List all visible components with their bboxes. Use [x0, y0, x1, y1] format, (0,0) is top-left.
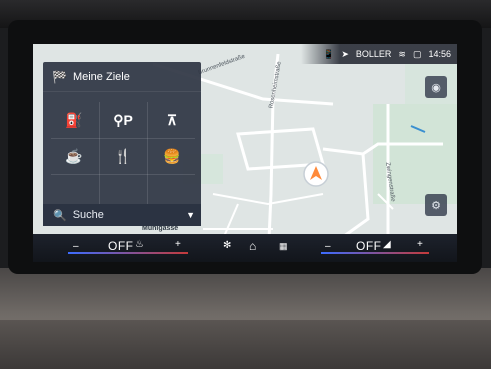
left-temp-bar [68, 252, 188, 254]
status-bar: 📱 ➤ BOLLER ≋ ▢ 14:56 [301, 44, 457, 64]
fuel-pump-icon: ⛽ [65, 111, 83, 128]
fuel-station-button[interactable]: ⛽ [51, 103, 97, 137]
destinations-title: Meine Ziele [72, 70, 130, 83]
navigation-arrow-icon: ➤ [341, 48, 349, 59]
map-view-button[interactable]: ◉ [425, 76, 447, 98]
right-temp-increase[interactable]: + [417, 240, 423, 250]
cafe-button[interactable]: ☕ [51, 139, 97, 173]
fork-knife-icon: 🍴 [114, 147, 132, 164]
compass-icon: ◉ [431, 81, 441, 94]
home-icon[interactable]: ⌂ [249, 240, 256, 252]
right-temp-value[interactable]: OFF [356, 240, 382, 252]
right-temp-decrease[interactable]: – [325, 242, 331, 252]
search-label: Suche [72, 209, 104, 221]
infotainment-screen: Brunnenfeldstraße Rosenheimstraße Zwinge… [33, 44, 457, 262]
gear-icon: ⚙ [431, 199, 441, 212]
phone-icon[interactable]: 📱 [323, 49, 334, 59]
restaurant-button[interactable]: 🍴 [100, 139, 146, 173]
right-temp-bar [321, 252, 429, 254]
parking-search-icon: ⚲P [113, 111, 133, 128]
destinations-header[interactable]: 🏁 Meine Ziele [43, 62, 201, 92]
climate-bar: – OFF ♨ + ✻ ⌂ ▦ – OFF ◢ + [33, 234, 457, 262]
fast-food-button[interactable]: 🍔 [149, 139, 195, 173]
wifi-icon[interactable]: ≋ [398, 49, 406, 59]
dashboard-lip [0, 320, 491, 369]
magnifier-icon: 🔍 [53, 209, 67, 222]
seat-ventilation-icon[interactable]: ◢ [383, 240, 391, 250]
left-temp-increase[interactable]: + [175, 240, 181, 250]
fan-icon[interactable]: ✻ [223, 241, 231, 251]
shortcut-grid: ⛽ ⚲P ⊼ ☕ 🍴 🍔 [51, 102, 195, 210]
seat-heat-icon[interactable]: ♨ [135, 240, 144, 250]
burger-icon: 🍔 [163, 147, 181, 164]
street-label: Mühlgasse [140, 225, 181, 232]
destinations-panel: 🏁 Meine Ziele ⛽ ⚲P ⊼ ☕ 🍴 🍔 [43, 62, 201, 226]
search-field[interactable]: 🔍 Suche ▼ [43, 204, 201, 226]
chevron-down-icon[interactable]: ▼ [186, 210, 195, 220]
checkered-flag-icon: 🏁 [52, 69, 67, 84]
apps-grid-icon[interactable]: ▦ [279, 242, 288, 251]
parking-button[interactable]: ⚲P [100, 103, 146, 137]
picnic-area-button[interactable]: ⊼ [149, 103, 195, 137]
picnic-table-icon: ⊼ [166, 111, 178, 128]
profile-name[interactable]: BOLLER [356, 49, 392, 59]
clock: 14:56 [428, 48, 451, 59]
message-icon[interactable]: ▢ [413, 49, 422, 59]
map-settings-button[interactable]: ⚙ [425, 194, 447, 216]
left-temp-value[interactable]: OFF [108, 240, 134, 252]
left-temp-decrease[interactable]: – [73, 242, 79, 252]
coffee-cup-icon: ☕ [65, 147, 83, 164]
